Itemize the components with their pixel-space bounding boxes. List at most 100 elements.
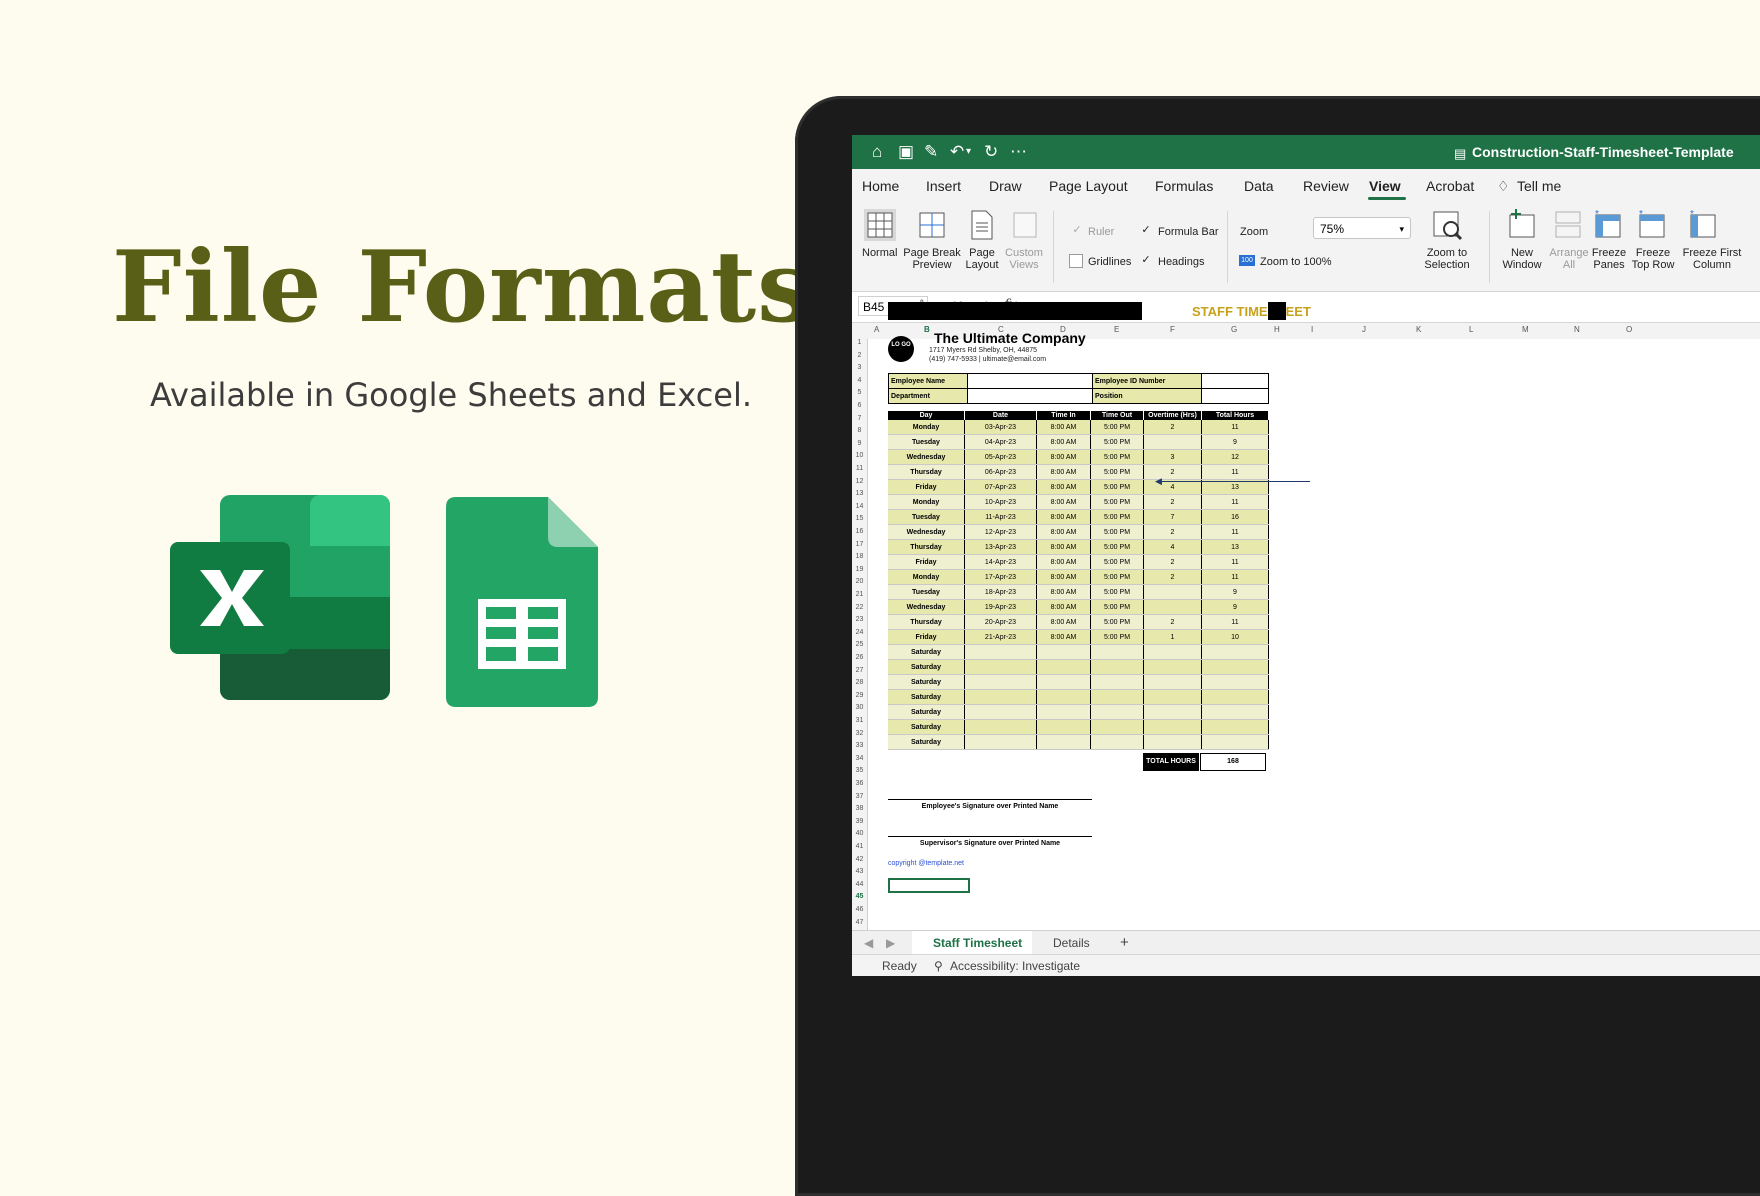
cell-time-out[interactable]: 5:00 PM — [1090, 494, 1144, 510]
cell-total-hours[interactable]: 9 — [1201, 584, 1269, 600]
page-break-preview-icon[interactable] — [916, 209, 948, 241]
cell-time-out[interactable] — [1090, 734, 1144, 750]
row-header[interactable]: 40 — [852, 830, 867, 837]
cell-time-out[interactable]: 5:00 PM — [1090, 479, 1144, 495]
cell-total-hours[interactable] — [1201, 704, 1269, 720]
row-header[interactable]: 10 — [852, 452, 867, 459]
accessibility-status[interactable]: Accessibility: Investigate — [950, 959, 1080, 973]
cell-time-out[interactable] — [1090, 644, 1144, 660]
cell-overtime[interactable] — [1143, 659, 1202, 675]
page-break-preview-button[interactable]: Page Break Preview — [903, 247, 961, 271]
cell-time-in[interactable]: 8:00 AM — [1036, 464, 1091, 480]
cell-time-in[interactable]: 8:00 AM — [1036, 420, 1091, 435]
cell-total-hours[interactable]: 13 — [1201, 539, 1269, 555]
cell-total-hours[interactable]: 11 — [1201, 494, 1269, 510]
row-header[interactable]: 18 — [852, 553, 867, 560]
cell-date[interactable]: 06-Apr-23 — [964, 464, 1037, 480]
save-icon[interactable]: ▣ — [898, 142, 914, 162]
freeze-top-row-icon[interactable]: * — [1637, 209, 1667, 241]
cell-day[interactable]: Friday — [888, 554, 965, 570]
row-header[interactable]: 38 — [852, 805, 867, 812]
cell-overtime[interactable] — [1143, 599, 1202, 615]
cell-total-hours[interactable] — [1201, 689, 1269, 705]
cell-time-out[interactable]: 5:00 PM — [1090, 584, 1144, 600]
cell-date[interactable] — [964, 689, 1037, 705]
normal-button[interactable]: Normal — [862, 247, 897, 259]
freeze-panes-button[interactable]: Freeze Panes — [1591, 247, 1627, 271]
tab-draw[interactable]: Draw — [989, 178, 1022, 194]
cell-total-hours[interactable]: 11 — [1201, 614, 1269, 630]
zoom-select[interactable]: 75% ▾ — [1313, 217, 1411, 239]
department-field[interactable] — [967, 388, 1093, 404]
row-header[interactable]: 23 — [852, 616, 867, 623]
cell-day[interactable]: Thursday — [888, 539, 965, 555]
row-header[interactable]: 19 — [852, 566, 867, 573]
cell-time-out[interactable] — [1090, 719, 1144, 735]
undo-icon[interactable]: ↶ — [950, 142, 964, 162]
cell-date[interactable]: 10-Apr-23 — [964, 494, 1037, 510]
row-header[interactable]: 32 — [852, 730, 867, 737]
cell-day[interactable]: Saturday — [888, 674, 965, 690]
cell-day[interactable]: Tuesday — [888, 509, 965, 525]
add-sheet-icon[interactable]: + — [1120, 934, 1129, 951]
column-header[interactable]: I — [1311, 325, 1313, 334]
row-header[interactable]: 44 — [852, 881, 867, 888]
page-layout-icon[interactable] — [968, 209, 996, 241]
row-header[interactable]: 13 — [852, 490, 867, 497]
column-header[interactable]: H — [1274, 325, 1280, 334]
cell-time-out[interactable]: 5:00 PM — [1090, 599, 1144, 615]
custom-views-button[interactable]: Custom Views — [1004, 247, 1044, 271]
copyright-link[interactable]: copyright @template.net — [888, 860, 964, 867]
cell-date[interactable] — [964, 734, 1037, 750]
cell-overtime[interactable]: 2 — [1143, 614, 1202, 630]
cell-time-out[interactable] — [1090, 704, 1144, 720]
cell-total-hours[interactable]: 16 — [1201, 509, 1269, 525]
cell-date[interactable]: 11-Apr-23 — [964, 509, 1037, 525]
freeze-panes-icon[interactable]: * — [1593, 209, 1623, 241]
tab-review[interactable]: Review — [1303, 178, 1349, 194]
cell-overtime[interactable]: 2 — [1143, 420, 1202, 435]
cell-date[interactable]: 07-Apr-23 — [964, 479, 1037, 495]
cell-time-out[interactable]: 5:00 PM — [1090, 539, 1144, 555]
employee-id-field[interactable] — [1201, 373, 1269, 389]
position-field[interactable] — [1201, 388, 1269, 404]
cell-overtime[interactable] — [1143, 719, 1202, 735]
row-header[interactable]: 4 — [852, 377, 867, 384]
cell-time-in[interactable] — [1036, 689, 1091, 705]
cell-time-in[interactable] — [1036, 674, 1091, 690]
cell-time-in[interactable]: 8:00 AM — [1036, 569, 1091, 585]
total-hours-value[interactable]: 168 — [1200, 753, 1266, 771]
row-header[interactable]: 35 — [852, 767, 867, 774]
row-header[interactable]: 17 — [852, 541, 867, 548]
cell-day[interactable]: Monday — [888, 494, 965, 510]
scroll-left-icon[interactable]: ◀ — [864, 936, 873, 950]
row-header[interactable]: 6 — [852, 402, 867, 409]
row-header[interactable]: 36 — [852, 780, 867, 787]
home-icon[interactable]: ⌂ — [872, 142, 882, 162]
cell-day[interactable]: Friday — [888, 479, 965, 495]
arrange-all-button[interactable]: Arrange All — [1549, 247, 1589, 271]
cell-time-out[interactable]: 5:00 PM — [1090, 420, 1144, 435]
cell-time-in[interactable]: 8:00 AM — [1036, 584, 1091, 600]
cell-total-hours[interactable]: 9 — [1201, 434, 1269, 450]
zoom-100-icon[interactable]: 100 — [1239, 255, 1255, 266]
cell-time-in[interactable] — [1036, 734, 1091, 750]
cell-date[interactable]: 19-Apr-23 — [964, 599, 1037, 615]
cell-overtime[interactable]: 3 — [1143, 449, 1202, 465]
row-header[interactable]: 26 — [852, 654, 867, 661]
cell-overtime[interactable]: 2 — [1143, 524, 1202, 540]
cell-day[interactable]: Monday — [888, 420, 965, 435]
cell-overtime[interactable]: 2 — [1143, 494, 1202, 510]
cell-day[interactable]: Tuesday — [888, 434, 965, 450]
employee-name-field[interactable] — [967, 373, 1093, 389]
cell-day[interactable]: Saturday — [888, 704, 965, 720]
row-header[interactable]: 34 — [852, 755, 867, 762]
cell-total-hours[interactable]: 11 — [1201, 464, 1269, 480]
cell-overtime[interactable]: 1 — [1143, 629, 1202, 645]
cell-time-out[interactable]: 5:00 PM — [1090, 464, 1144, 480]
new-window-button[interactable]: New Window — [1500, 247, 1544, 271]
freeze-first-column-icon[interactable]: * — [1688, 209, 1718, 241]
tab-formulas[interactable]: Formulas — [1155, 178, 1213, 194]
cell-date[interactable]: 05-Apr-23 — [964, 449, 1037, 465]
cell-time-in[interactable]: 8:00 AM — [1036, 629, 1091, 645]
